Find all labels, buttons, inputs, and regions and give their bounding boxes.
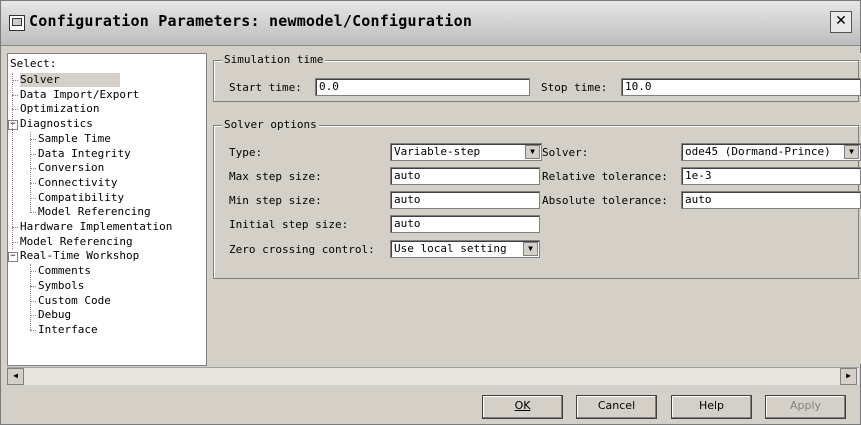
absolute-tolerance-label: Absolute tolerance: <box>542 194 668 207</box>
solver-label: Solver: <box>542 146 589 159</box>
help-label: Help <box>698 399 725 412</box>
tree-item-model-referencing[interactable]: Model Referencing <box>20 235 133 249</box>
max-step-field[interactable]: auto <box>390 167 540 185</box>
initial-step-field[interactable]: auto <box>390 215 540 233</box>
tree-item-sample-time[interactable]: Sample Time <box>38 132 111 146</box>
tree-item-data-integrity[interactable]: Data Integrity <box>38 147 131 161</box>
relative-tolerance-field[interactable]: 1e-3 <box>681 167 861 185</box>
min-step-label: Min step size: <box>229 194 322 207</box>
config-dialog: Configuration Parameters: newmodel/Confi… <box>0 0 861 425</box>
tree-item-interface[interactable]: Interface <box>38 323 98 337</box>
tree-item-debug[interactable]: Debug <box>38 308 71 322</box>
select-tree: Select: Solver Data Import/Export Optimiza… <box>7 53 207 366</box>
start-time-label: Start time: <box>229 81 302 94</box>
simulation-time-title: Simulation time <box>222 53 326 66</box>
tree-item-real-time-workshop[interactable]: Real-Time Workshop <box>20 249 139 263</box>
window-title: Configuration Parameters: newmodel/Confi… <box>29 12 473 30</box>
solver-options-title: Solver options <box>222 118 319 131</box>
zero-crossing-select[interactable]: Use local setting ▼ <box>390 240 540 258</box>
zero-crossing-label: Zero crossing control: <box>229 243 375 256</box>
ok-label: OK <box>514 399 531 412</box>
collapse-icon[interactable]: − <box>8 252 18 263</box>
simulation-time-group: Simulation time Start time: 0.0 Stop tim… <box>213 53 861 102</box>
tree-item-comments[interactable]: Comments <box>38 264 91 278</box>
tree-item-connectivity[interactable]: Connectivity <box>38 176 117 190</box>
tree-item-hardware-implementation[interactable]: Hardware Implementation <box>20 220 172 234</box>
type-label: Type: <box>229 146 263 159</box>
absolute-tolerance-field[interactable]: auto <box>681 191 861 209</box>
horizontal-scrollbar[interactable]: ◀ ▶ <box>7 367 859 385</box>
stop-time-label: Stop time: <box>541 81 608 94</box>
tree-item-optimization[interactable]: Optimization <box>20 102 99 116</box>
chevron-down-icon[interactable]: ▼ <box>523 242 538 256</box>
type-select[interactable]: Variable-step ▼ <box>390 143 542 161</box>
tree-item-symbols[interactable]: Symbols <box>38 279 84 293</box>
help-button[interactable]: Help <box>671 395 752 419</box>
tree-item-model-referencing[interactable]: Model Referencing <box>38 205 151 219</box>
tree-item-conversion[interactable]: Conversion <box>38 161 104 175</box>
apply-label: Apply <box>789 399 822 412</box>
tree-guide-line <box>30 264 31 331</box>
apply-button[interactable]: Apply <box>765 395 846 419</box>
chevron-down-icon[interactable]: ▼ <box>525 145 540 159</box>
tree-guide-line <box>12 73 13 250</box>
max-step-label: Max step size: <box>229 170 322 183</box>
solver-options-group: Solver options Type: Variable-step ▼ Sol… <box>213 118 861 279</box>
scroll-left-icon[interactable]: ◀ <box>7 368 24 385</box>
tree-item-diagnostics[interactable]: Diagnostics <box>20 117 93 131</box>
solver-value: ode45 (Dormand-Prince) <box>685 145 831 158</box>
scroll-right-icon[interactable]: ▶ <box>840 368 857 385</box>
stop-time-field[interactable]: 10.0 <box>621 78 861 96</box>
tree-item-data-import-export[interactable]: Data Import/Export <box>20 88 139 102</box>
close-button[interactable]: ✕ <box>830 11 852 33</box>
cancel-label: Cancel <box>597 399 636 412</box>
relative-tolerance-label: Relative tolerance: <box>542 170 668 183</box>
min-step-field[interactable]: auto <box>390 191 540 209</box>
app-icon <box>9 15 25 31</box>
solver-select[interactable]: ode45 (Dormand-Prince) ▼ <box>681 143 861 161</box>
tree-guide-line <box>30 131 31 213</box>
ok-button[interactable]: OK <box>482 395 563 419</box>
tree-item-solver[interactable]: Solver <box>20 73 120 87</box>
tree-header: Select: <box>10 57 57 70</box>
collapse-icon[interactable]: − <box>8 120 18 131</box>
type-value: Variable-step <box>394 145 481 158</box>
start-time-field[interactable]: 0.0 <box>315 78 530 96</box>
title-bar[interactable]: Configuration Parameters: newmodel/Confi… <box>1 1 860 46</box>
cancel-button[interactable]: Cancel <box>576 395 657 419</box>
solver-panel: Simulation time Start time: 0.0 Stop tim… <box>207 53 861 364</box>
tree-item-compatibility[interactable]: Compatibility <box>38 191 124 205</box>
chevron-down-icon[interactable]: ▼ <box>844 145 859 159</box>
zero-crossing-value: Use local setting <box>394 242 507 255</box>
tree-item-custom-code[interactable]: Custom Code <box>38 294 111 308</box>
initial-step-label: Initial step size: <box>229 218 349 231</box>
